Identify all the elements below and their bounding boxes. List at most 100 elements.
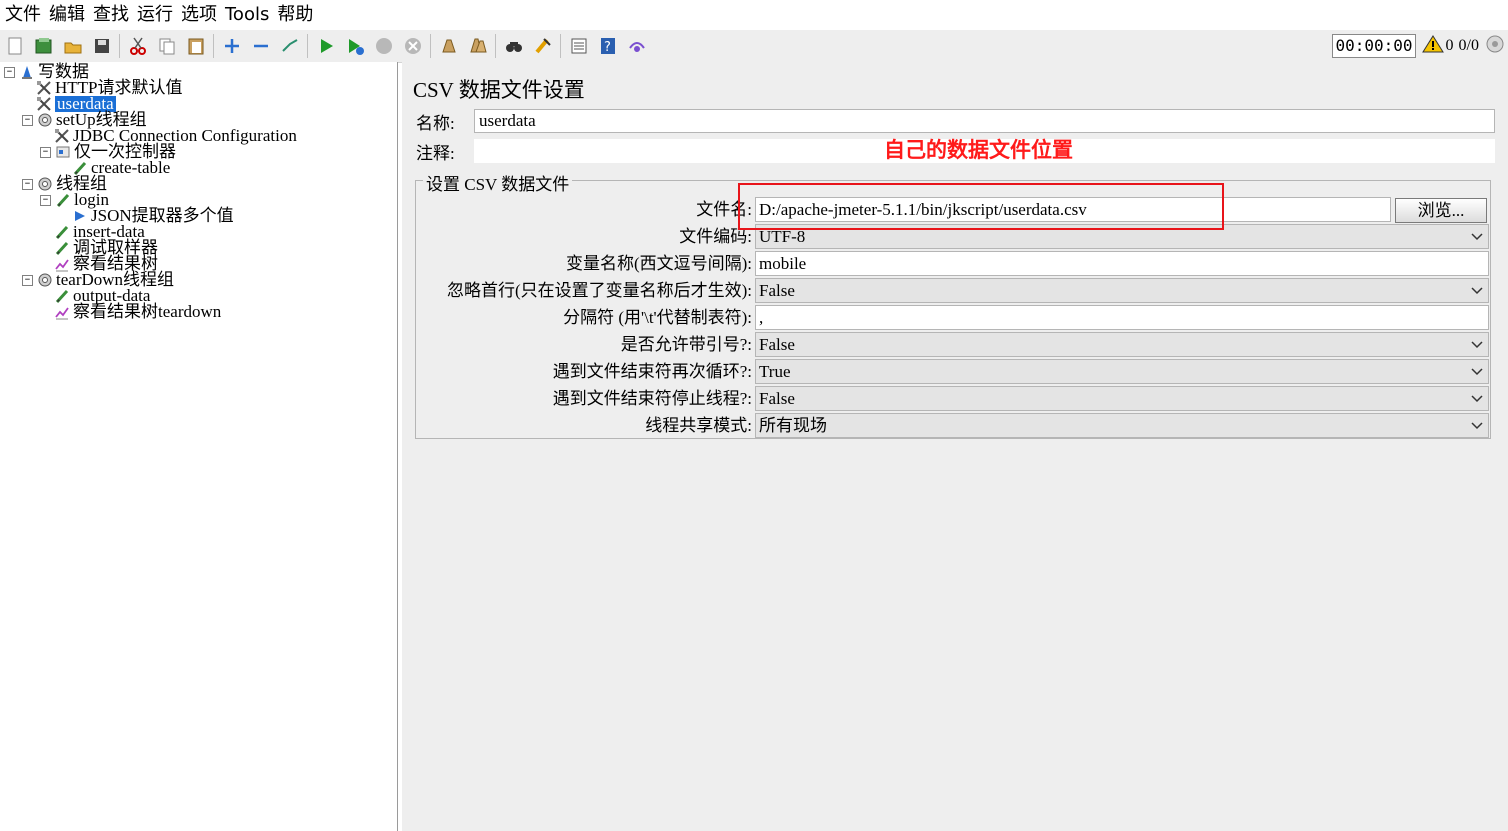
annotation-text: 自己的数据文件位置 xyxy=(884,138,1073,162)
warning-count: 0 xyxy=(1445,37,1454,54)
select-value: False xyxy=(759,389,795,408)
save-icon[interactable] xyxy=(90,34,114,58)
property-row: 线程共享模式: 所有现场 xyxy=(416,412,1490,439)
reset-search-icon[interactable] xyxy=(531,34,555,58)
test-plan-tree[interactable]: − 写数据 HTTP请求默认值 userdata − setUp线程组 JDBC Conne… xyxy=(0,62,398,831)
filename-input[interactable]: D:/apache-jmeter-5.1.1/bin/jkscript/user… xyxy=(755,197,1391,222)
paste-icon[interactable] xyxy=(184,34,208,58)
search-icon[interactable] xyxy=(502,34,526,58)
property-row: 文件编码: UTF-8 xyxy=(416,223,1490,250)
listener-icon xyxy=(53,304,71,320)
status-indicator-icon xyxy=(1485,34,1505,58)
menu-options[interactable]: 选项 xyxy=(176,0,220,30)
property-row: 遇到文件结束符再次循环?: True xyxy=(416,358,1490,385)
select-value: 所有现场 xyxy=(759,416,827,435)
toolbar-separator xyxy=(560,34,561,58)
gear-icon xyxy=(36,112,54,128)
browse-button[interactable]: 浏览... xyxy=(1395,198,1487,223)
svg-text:?: ? xyxy=(604,40,611,55)
help-icon[interactable]: ? xyxy=(596,34,620,58)
menu-run[interactable]: 运行 xyxy=(132,0,176,30)
property-label: 忽略首行(只在设置了变量名称后才生效): xyxy=(446,281,752,300)
select-value: True xyxy=(759,362,791,381)
menu-edit[interactable]: 编辑 xyxy=(44,0,88,30)
start-icon[interactable] xyxy=(314,34,338,58)
menu-bar: 文件 编辑 查找 运行 选项 Tools 帮助 xyxy=(0,0,1508,30)
elapsed-timer: 00:00:00 xyxy=(1332,34,1416,58)
menu-help[interactable]: 帮助 xyxy=(272,0,316,30)
name-row: 名称: userdata xyxy=(413,107,1495,135)
property-input[interactable]: , xyxy=(755,305,1489,330)
property-select[interactable]: 所有现场 xyxy=(755,413,1489,438)
toolbar-separator xyxy=(495,34,496,58)
toolbar: ? 00:00:00 0 0/0 xyxy=(0,30,1508,63)
property-input[interactable]: mobile xyxy=(755,251,1489,276)
name-input[interactable]: userdata xyxy=(474,109,1495,133)
chevron-down-icon[interactable] xyxy=(1470,414,1484,443)
new-icon[interactable] xyxy=(3,34,27,58)
property-label: 文件编码: xyxy=(679,227,752,246)
property-label: 遇到文件结束符停止线程?: xyxy=(552,389,752,408)
property-select[interactable]: UTF-8 xyxy=(755,224,1489,249)
gear-icon xyxy=(36,272,54,288)
property-label: 线程共享模式: xyxy=(645,416,752,435)
menu-search[interactable]: 查找 xyxy=(88,0,132,30)
csv-config-panel: CSV 数据文件设置 名称: userdata 注释: 自己的数据文件位置 设置… xyxy=(402,62,1508,831)
property-label: 遇到文件结束符再次循环?: xyxy=(552,362,752,381)
expand-icon[interactable] xyxy=(220,34,244,58)
start-no-pause-icon[interactable] xyxy=(343,34,367,58)
tree-item-label: 察看结果树teardown xyxy=(73,302,222,321)
testplan-icon xyxy=(18,64,36,80)
select-value: False xyxy=(759,335,795,354)
gear-icon xyxy=(36,176,54,192)
menu-file[interactable]: 文件 xyxy=(0,0,44,30)
property-select[interactable]: False xyxy=(755,332,1489,357)
config-icon xyxy=(35,80,53,96)
toolbar-separator xyxy=(213,34,214,58)
sampler-icon xyxy=(53,288,71,304)
clear-all-icon[interactable] xyxy=(466,34,490,58)
toolbar-separator xyxy=(307,34,308,58)
property-label: 变量名称(西文逗号间隔): xyxy=(565,254,752,273)
tree-collapse-toggle[interactable]: − xyxy=(4,66,15,78)
warning-icon[interactable] xyxy=(1421,34,1444,58)
select-value: False xyxy=(759,281,795,300)
property-select[interactable]: False xyxy=(755,278,1489,303)
property-row: 遇到文件结束符停止线程?: False xyxy=(416,385,1490,412)
tree-collapse-toggle[interactable]: − xyxy=(22,178,33,190)
property-label: 文件名: xyxy=(696,200,752,219)
remote-icon[interactable] xyxy=(625,34,649,58)
toggle-icon[interactable] xyxy=(278,34,302,58)
toolbar-status: 00:00:00 0 0/0 xyxy=(1332,30,1508,62)
tree-collapse-toggle[interactable]: − xyxy=(40,146,51,158)
property-row: 文件名: D:/apache-jmeter-5.1.1/bin/jkscript/… xyxy=(416,196,1490,223)
panel-title: CSV 数据文件设置 xyxy=(413,78,585,102)
config-icon xyxy=(53,128,71,144)
templates-icon[interactable] xyxy=(32,34,56,58)
select-value: UTF-8 xyxy=(759,227,806,246)
tree-collapse-toggle[interactable]: − xyxy=(22,274,33,286)
sampler-icon xyxy=(54,192,72,208)
function-helper-icon[interactable] xyxy=(567,34,591,58)
property-row: 是否允许带引号?: False xyxy=(416,331,1490,358)
sampler-icon xyxy=(53,240,71,256)
toolbar-separator xyxy=(119,34,120,58)
shutdown-icon[interactable] xyxy=(401,34,425,58)
copy-icon[interactable] xyxy=(155,34,179,58)
collapse-icon[interactable] xyxy=(249,34,273,58)
tree-collapse-toggle[interactable]: − xyxy=(40,194,51,206)
tree-collapse-toggle[interactable]: − xyxy=(22,114,33,126)
tree-item[interactable]: 察看结果树teardown xyxy=(40,302,222,321)
menu-tools[interactable]: Tools xyxy=(220,0,272,30)
stop-icon[interactable] xyxy=(372,34,396,58)
cut-icon[interactable] xyxy=(126,34,150,58)
sampler-icon xyxy=(53,224,71,240)
property-label: 分隔符 (用'\t'代替制表符): xyxy=(563,308,752,327)
property-select[interactable]: True xyxy=(755,359,1489,384)
clear-icon[interactable] xyxy=(437,34,461,58)
comment-label: 注释: xyxy=(416,143,455,163)
property-select[interactable]: False xyxy=(755,386,1489,411)
property-label: 是否允许带引号?: xyxy=(620,335,752,354)
group-title: 设置 CSV 数据文件 xyxy=(423,170,573,195)
open-icon[interactable] xyxy=(61,34,85,58)
